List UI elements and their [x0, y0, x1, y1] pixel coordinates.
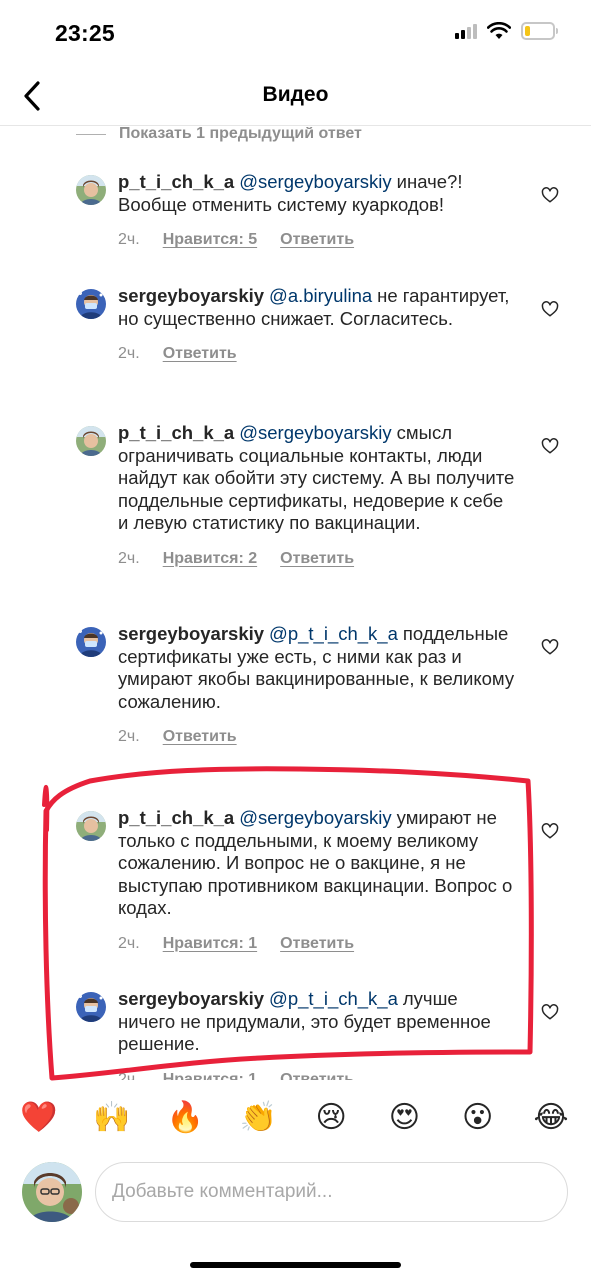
comment-body: p_t_i_ch_k_a @sergeyboyarskiy умирают не т…: [118, 807, 518, 955]
comment-body: sergeyboyarskiy @p_t_i_ch_k_a лучше ничего…: [118, 988, 518, 1080]
status-time: 23:25: [55, 20, 115, 46]
wifi-icon: [487, 22, 511, 39]
like-heart-button[interactable]: [541, 639, 563, 661]
heart-outline-icon: [541, 187, 559, 203]
comment-username[interactable]: p_t_i_ch_k_a: [118, 422, 234, 443]
comment-username[interactable]: sergeyboyarskiy: [118, 623, 264, 644]
comment-body: p_t_i_ch_k_a @sergeyboyarskiy иначе?! Вооб…: [118, 171, 518, 252]
like-heart-button[interactable]: [541, 1004, 563, 1026]
nav-bar: Видео: [0, 66, 591, 126]
comment-username[interactable]: sergeyboyarskiy: [118, 285, 264, 306]
like-heart-button[interactable]: [541, 301, 563, 323]
comment-feed[interactable]: Показать 1 предыдущий ответ p_t_i_ch_k_a…: [0, 127, 591, 1080]
emoji-button[interactable]: 😂: [533, 1100, 569, 1136]
comment-meta: 2ч. Нравится: 5 Ответить: [118, 229, 518, 252]
reply-button[interactable]: Ответить: [280, 229, 354, 252]
emoji-button[interactable]: 🙌: [93, 1100, 130, 1136]
comment-meta: 2ч. Ответить: [118, 343, 518, 366]
heart-outline-icon: [541, 301, 559, 317]
comment-avatar[interactable]: [76, 175, 106, 205]
comment-username[interactable]: sergeyboyarskiy: [118, 988, 264, 1009]
heart-outline-icon: [541, 639, 559, 655]
comment-body: sergeyboyarskiy @a.biryulina не гарантируе…: [118, 285, 518, 366]
comment-time: 2ч.: [118, 1070, 140, 1081]
comment-meta: 2ч. Нравится: 2 Ответить: [118, 548, 518, 571]
likes-count-link[interactable]: Нравится: 5: [163, 229, 257, 252]
comment-avatar[interactable]: [76, 992, 106, 1022]
comment-avatar[interactable]: [76, 627, 106, 657]
battery-icon: [521, 22, 558, 40]
comment-meta: 2ч. Нравится: 1 Ответить: [118, 933, 518, 956]
show-previous-label: Показать 1 предыдущий ответ: [119, 127, 362, 142]
comment-text-block: sergeyboyarskiy @p_t_i_ch_k_a поддельные с…: [118, 623, 518, 713]
comment-mention[interactable]: @sergeyboyarskiy: [239, 422, 391, 443]
reply-button[interactable]: Ответить: [280, 933, 354, 956]
comment-meta: 2ч. Нравится: 1 Ответить: [118, 1069, 518, 1081]
comment-text-block: sergeyboyarskiy @a.biryulina не гарантируе…: [118, 285, 518, 330]
comment-username[interactable]: p_t_i_ch_k_a: [118, 807, 234, 828]
comment-body: sergeyboyarskiy @p_t_i_ch_k_a поддельные с…: [118, 623, 518, 749]
emoji-button[interactable]: 😍: [386, 1100, 422, 1136]
comment-input[interactable]: [95, 1162, 568, 1222]
reply-button[interactable]: Ответить: [163, 726, 237, 749]
comment-time: 2ч.: [118, 231, 140, 248]
heart-outline-icon: [541, 438, 559, 454]
heart-outline-icon: [541, 823, 559, 839]
comment-username[interactable]: p_t_i_ch_k_a: [118, 171, 234, 192]
comment-body: p_t_i_ch_k_a @sergeyboyarskiy смысл ограни…: [118, 422, 518, 570]
heart-outline-icon: [541, 1004, 559, 1020]
show-previous-replies[interactable]: Показать 1 предыдущий ответ: [76, 127, 362, 143]
comment-text-block: sergeyboyarskiy @p_t_i_ch_k_a лучше ничего…: [118, 988, 518, 1056]
emoji-button[interactable]: 😢: [313, 1100, 349, 1136]
comment-time: 2ч.: [118, 549, 140, 567]
page-title: Видео: [262, 83, 329, 106]
comment-time: 2ч.: [118, 934, 140, 952]
likes-count-link[interactable]: Нравится: 1: [163, 933, 257, 956]
likes-count-link[interactable]: Нравится: 2: [163, 548, 257, 571]
emoji-button[interactable]: 👏: [240, 1100, 277, 1136]
like-heart-button[interactable]: [541, 823, 563, 845]
comment-meta: 2ч. Ответить: [118, 726, 518, 749]
comment-text-block: p_t_i_ch_k_a @sergeyboyarskiy смысл ограни…: [118, 422, 518, 535]
emoji-button[interactable]: 🔥: [167, 1100, 204, 1136]
emoji-button[interactable]: 😮: [460, 1100, 496, 1136]
status-bar: 23:25: [0, 0, 591, 66]
comment-text-block: p_t_i_ch_k_a @sergeyboyarskiy иначе?! Вооб…: [118, 171, 518, 216]
likes-count-link[interactable]: Нравится: 1: [163, 1069, 257, 1081]
divider-line: [76, 133, 106, 135]
reply-button[interactable]: Ответить: [280, 1069, 354, 1081]
comment-time: 2ч.: [118, 728, 140, 745]
comment-time: 2ч.: [118, 345, 140, 362]
comment-avatar[interactable]: [76, 289, 106, 319]
signal-icon: [455, 23, 477, 39]
emoji-button[interactable]: ❤️: [20, 1100, 57, 1136]
like-heart-button[interactable]: [541, 187, 563, 209]
emoji-quick-bar: ❤️ 🙌 🔥 👏 😢 😍 😮 😂: [0, 1094, 591, 1142]
comment-avatar[interactable]: [76, 426, 106, 456]
comment-mention[interactable]: @p_t_i_ch_k_a: [269, 623, 398, 644]
comment-composer: [0, 1160, 591, 1224]
comment-avatar[interactable]: [76, 811, 106, 841]
like-heart-button[interactable]: [541, 438, 563, 460]
comment-mention[interactable]: @sergeyboyarskiy: [239, 807, 391, 828]
comment-mention[interactable]: @p_t_i_ch_k_a: [269, 988, 398, 1009]
comment-text-block: p_t_i_ch_k_a @sergeyboyarskiy умирают не т…: [118, 807, 518, 920]
home-indicator: [190, 1262, 401, 1268]
reply-button[interactable]: Ответить: [280, 548, 354, 571]
comment-mention[interactable]: @sergeyboyarskiy: [239, 171, 391, 192]
my-avatar: [22, 1162, 82, 1222]
comment-mention[interactable]: @a.biryulina: [269, 285, 372, 306]
status-icons: [455, 22, 558, 40]
reply-button[interactable]: Ответить: [163, 343, 237, 366]
